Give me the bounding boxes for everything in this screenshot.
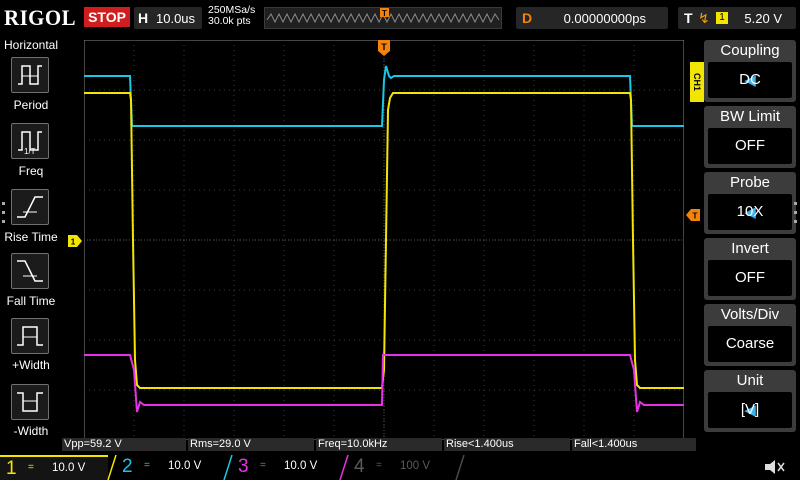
coupling-value-box: ◀ DC <box>708 62 792 98</box>
svg-text:1/T: 1/T <box>24 147 36 156</box>
volts-div-value-box: Coarse <box>708 326 792 362</box>
brand-logo: RIGOL <box>4 5 77 30</box>
unit-title: Unit <box>736 372 764 389</box>
trigger-source-badge: 1 <box>716 12 728 24</box>
unit-value-box: ◀ [V] <box>708 392 792 428</box>
frequency-button[interactable]: 1/T <box>11 123 49 159</box>
measurement-rms[interactable]: Rms=29.0 V <box>188 438 314 451</box>
invert-value: OFF <box>735 269 765 286</box>
channel-1-number: 1 <box>6 458 17 479</box>
trigger-level-marker[interactable]: T <box>686 209 700 221</box>
negative-width-label: -Width <box>13 424 49 438</box>
delay-key: D <box>522 10 533 26</box>
memory-trigger-glyph: T <box>382 9 387 18</box>
channel-1-scale: 10.0 V <box>52 462 86 474</box>
rise-time-label: Rise Time <box>4 230 58 244</box>
left-menu-scroll-dots <box>2 202 6 232</box>
coupling-menu-item[interactable]: Coupling ◀ DC <box>704 40 796 102</box>
timebase-value: 10.0us <box>156 11 196 26</box>
measurement-fall-time[interactable]: Fall<1.400us <box>572 438 696 451</box>
volts-div-title: Volts/Div <box>720 306 780 323</box>
speaker-muted-icon[interactable] <box>762 457 786 477</box>
volts-div-menu-item[interactable]: Volts/Div Coarse <box>704 304 796 366</box>
period-button[interactable] <box>11 57 49 93</box>
bw-limit-title: BW Limit <box>720 108 780 125</box>
rise-time-icon <box>17 196 43 218</box>
memory-position-bar[interactable]: T <box>264 7 502 29</box>
trigger-level: 5.20 V <box>744 11 782 26</box>
rise-time-button[interactable] <box>11 189 49 225</box>
delay-value: 0.00000000ps <box>563 11 646 26</box>
trigger-position-marker[interactable]: T <box>378 40 390 56</box>
negative-width-icon <box>17 392 43 412</box>
frequency-icon: 1/T <box>18 131 42 156</box>
probe-menu-item[interactable]: Probe ◀ 10X <box>704 172 796 234</box>
fall-time-label: Fall Time <box>6 294 56 308</box>
negative-width-button[interactable] <box>11 384 49 420</box>
trigger-key: T <box>684 10 693 26</box>
left-menu-title: Horizontal <box>3 38 59 52</box>
measurement-frequency[interactable]: Freq=10.0kHz <box>316 438 442 451</box>
volts-div-value: Coarse <box>725 335 775 352</box>
delay-box[interactable]: D 0.00000000ps <box>516 7 668 29</box>
coupling-value: DC <box>739 71 761 88</box>
dc-coupling-icon: = <box>28 462 34 473</box>
fall-time-button[interactable] <box>11 253 49 289</box>
ch1-offset-marker[interactable]: 1 <box>68 235 82 247</box>
channel-menu-tab[interactable]: CH1 <box>690 62 704 102</box>
positive-width-icon <box>17 326 43 346</box>
fall-time-icon <box>17 260 43 282</box>
coupling-title: Coupling <box>720 42 780 59</box>
waveform-display[interactable] <box>84 40 684 440</box>
invert-menu-item[interactable]: Invert OFF <box>704 238 796 300</box>
right-menu-scroll-dots <box>794 202 798 232</box>
probe-value-box: ◀ 10X <box>708 194 792 230</box>
unit-menu-item[interactable]: Unit ◀ [V] <box>704 370 796 432</box>
bw-limit-value: OFF <box>735 137 765 154</box>
trigger-position-glyph: T <box>381 42 387 52</box>
period-label: Period <box>13 98 49 112</box>
acquisition-info: 250MSa/s 30.0k pts <box>208 5 255 27</box>
ch1-offset-glyph: 1 <box>71 238 76 247</box>
rising-edge-icon: ↯ <box>698 10 710 26</box>
positive-width-button[interactable] <box>11 318 49 354</box>
channel-tab-separators <box>107 455 465 480</box>
frequency-label: Freq <box>18 164 44 178</box>
unit-value: [V] <box>740 401 760 418</box>
trigger-box[interactable]: T ↯ 1 5.20 V <box>678 7 796 29</box>
measurement-vpp[interactable]: Vpp=59.2 V <box>62 438 186 451</box>
bw-limit-value-box: OFF <box>708 128 792 164</box>
invert-title: Invert <box>731 240 769 257</box>
memory-depth: 30.0k pts <box>208 15 251 27</box>
probe-title: Probe <box>729 174 771 191</box>
horizontal-key: H <box>138 10 149 26</box>
invert-value-box: OFF <box>708 260 792 296</box>
period-icon <box>18 65 42 85</box>
trigger-level-glyph: T <box>693 212 698 221</box>
measurement-rise-time[interactable]: Rise<1.400us <box>444 438 570 451</box>
bw-limit-menu-item[interactable]: BW Limit OFF <box>704 106 796 168</box>
run-stop-indicator[interactable]: STOP <box>84 7 130 27</box>
timebase-box[interactable]: H 10.0us <box>134 7 202 29</box>
memory-overview-wave-icon: T <box>266 8 500 24</box>
channel-1-tab[interactable]: 1 = 10.0 V <box>0 455 108 480</box>
probe-value: 10X <box>736 203 764 220</box>
positive-width-label: +Width <box>12 358 50 372</box>
